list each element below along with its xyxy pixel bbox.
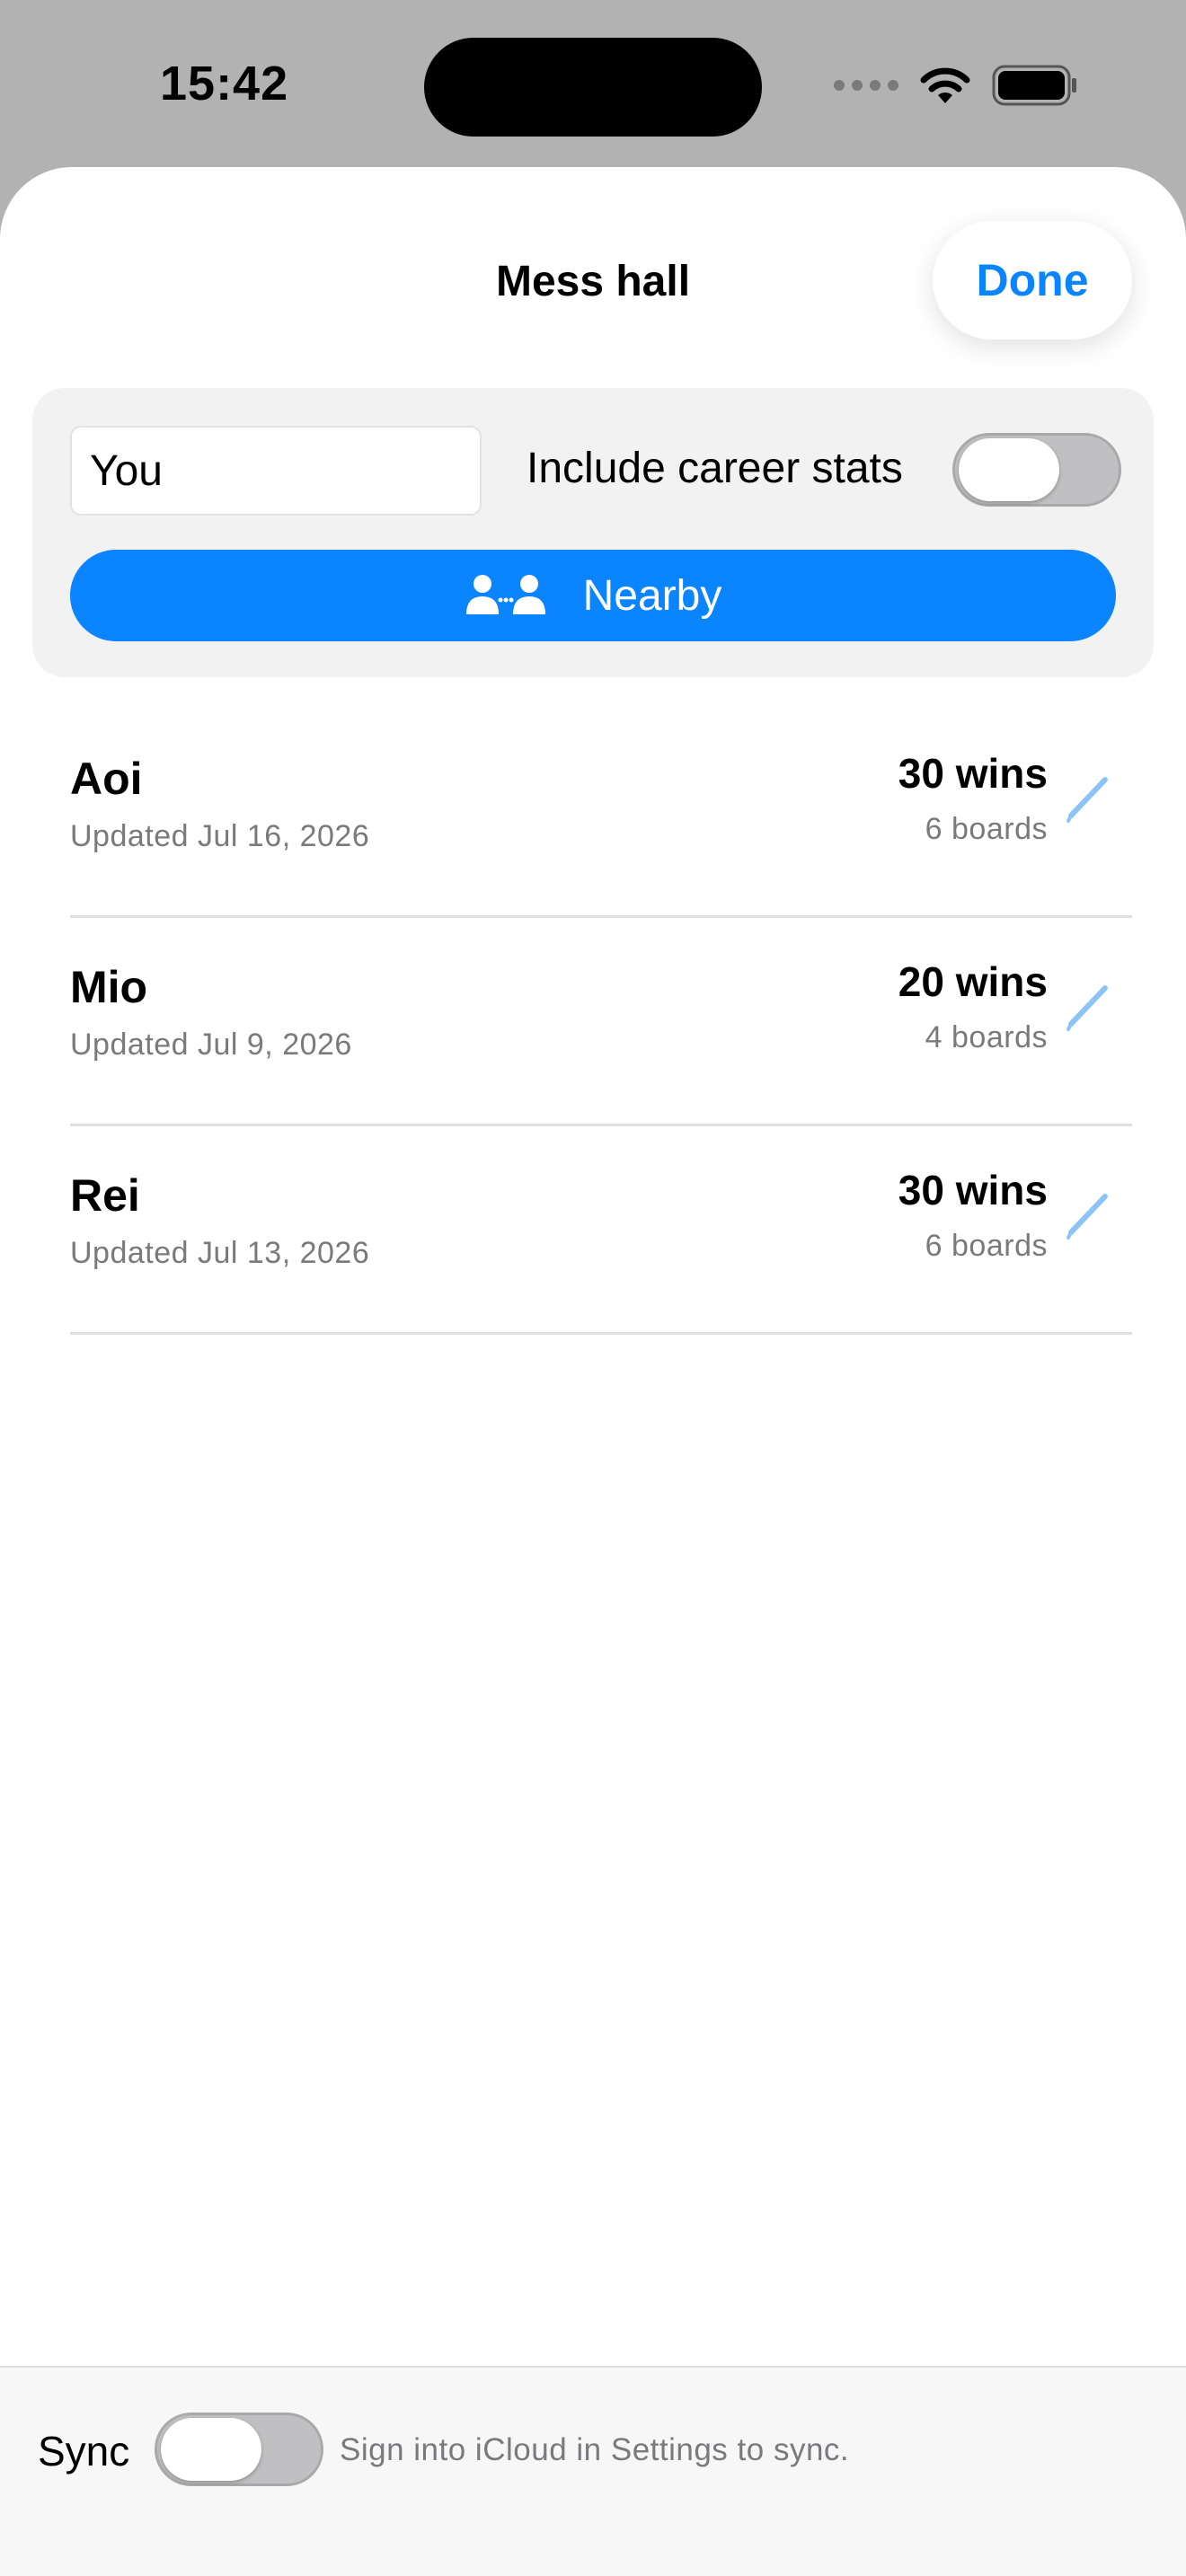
pencil-icon[interactable] [1064, 767, 1114, 825]
player-updated: Updated Jul 9, 2026 [70, 1028, 352, 1062]
controls-card: Include career stats Nearby [32, 388, 1154, 677]
players-list: Aoi Updated Jul 16, 2026 30 wins 6 board… [70, 710, 1132, 1335]
status-time: 15:42 [160, 57, 289, 110]
sync-bar: Sync Sign into iCloud in Settings to syn… [0, 2366, 1186, 2576]
pencil-icon[interactable] [1064, 1184, 1114, 1241]
list-item[interactable]: Rei Updated Jul 13, 2026 30 wins 6 board… [70, 1126, 1132, 1335]
player-name: Mio [70, 962, 148, 1012]
list-item[interactable]: Mio Updated Jul 9, 2026 20 wins 4 boards [70, 918, 1132, 1126]
sync-note: Sign into iCloud in Settings to sync. [340, 2432, 850, 2467]
done-button[interactable]: Done [933, 221, 1132, 340]
sync-label: Sync [38, 2428, 130, 2475]
career-stats-toggle[interactable] [952, 433, 1121, 507]
player-boards: 6 boards [925, 1229, 1048, 1263]
battery-icon [992, 65, 1076, 106]
wifi-icon [920, 67, 970, 103]
toggle-knob [959, 438, 1059, 501]
nearby-label: Nearby [582, 571, 722, 620]
sync-toggle[interactable] [155, 2413, 323, 2486]
player-boards: 4 boards [925, 1020, 1048, 1054]
cellular-signal-icon [834, 80, 898, 91]
career-stats-label: Include career stats [527, 445, 903, 492]
screen: 15:42 Mess hall Done Include career stat… [0, 0, 1186, 2576]
nearby-button[interactable]: Nearby [70, 550, 1116, 641]
status-icons [834, 65, 1078, 106]
list-item[interactable]: Aoi Updated Jul 16, 2026 30 wins 6 board… [70, 710, 1132, 918]
dynamic-island [424, 38, 762, 137]
player-wins: 30 wins [898, 750, 1048, 797]
player-wins: 30 wins [898, 1167, 1048, 1213]
player-wins: 20 wins [898, 958, 1048, 1005]
modal-sheet: Mess hall Done Include career stats Near… [0, 167, 1186, 2576]
toggle-knob [161, 2418, 261, 2481]
player-boards: 6 boards [925, 812, 1048, 846]
player-name-input[interactable] [70, 426, 482, 516]
pencil-icon[interactable] [1064, 975, 1114, 1033]
people-nearby-icon [465, 575, 545, 614]
player-name: Rei [70, 1170, 140, 1221]
player-updated: Updated Jul 16, 2026 [70, 819, 370, 853]
player-name: Aoi [70, 754, 143, 804]
player-updated: Updated Jul 13, 2026 [70, 1236, 370, 1270]
